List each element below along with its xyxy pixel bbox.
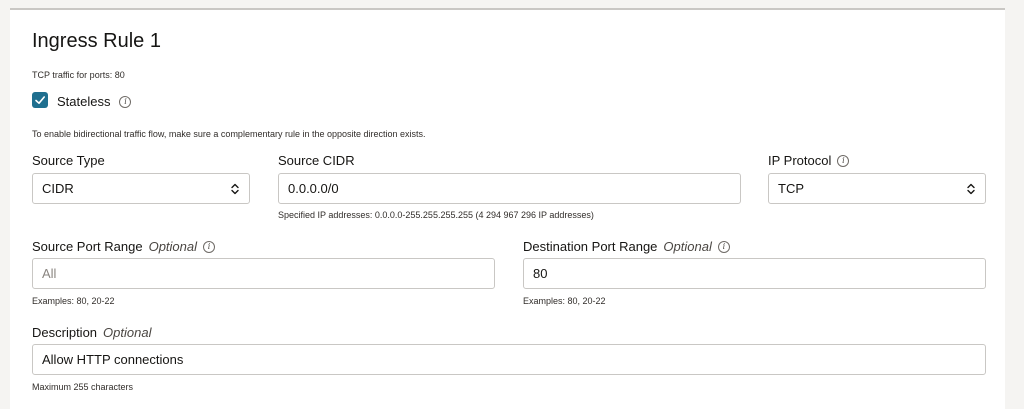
ip-protocol-label-text: IP Protocol [768, 153, 832, 168]
destination-port-range-input[interactable]: 80 [523, 258, 986, 289]
select-chevron-icon [966, 182, 976, 196]
ingress-rule-card: Ingress Rule 1 TCP traffic for ports: 80… [10, 8, 1005, 409]
info-icon[interactable]: i [119, 95, 132, 108]
stateless-label[interactable]: Stateless i [57, 94, 132, 109]
source-type-value: CIDR [42, 181, 74, 196]
description-value: Allow HTTP connections [42, 352, 184, 367]
ip-protocol-label: IP Protocol i [768, 153, 850, 168]
source-cidr-hint: Specified IP addresses: 0.0.0.0-255.255.… [278, 210, 594, 220]
ip-protocol-select[interactable]: TCP [768, 173, 986, 204]
optional-tag: Optional [103, 325, 152, 340]
description-label-text: Description [32, 325, 98, 340]
info-icon[interactable]: i [837, 154, 850, 167]
info-icon[interactable]: i [717, 240, 730, 253]
source-port-range-label: Source Port Range Optional i [32, 239, 215, 254]
description-input[interactable]: Allow HTTP connections [32, 344, 986, 375]
destination-port-range-label-text: Destination Port Range [523, 239, 658, 254]
stateless-checkbox[interactable] [32, 92, 48, 108]
description-label: Description Optional [32, 325, 151, 340]
info-icon[interactable]: i [203, 240, 215, 253]
source-type-select[interactable]: CIDR [32, 173, 250, 204]
source-cidr-label: Source CIDR [278, 153, 355, 168]
source-port-range-label-text: Source Port Range [32, 239, 143, 254]
select-chevron-icon [230, 182, 240, 196]
source-cidr-label-text: Source CIDR [278, 153, 355, 168]
stateless-hint: To enable bidirectional traffic flow, ma… [32, 129, 426, 139]
stateless-label-text: Stateless [57, 94, 111, 109]
description-hint: Maximum 255 characters [32, 382, 134, 392]
checkmark-icon [35, 96, 45, 104]
destination-port-range-value: 80 [533, 266, 548, 281]
optional-tag: Optional [663, 239, 712, 254]
source-port-range-placeholder: All [42, 266, 57, 281]
optional-tag: Optional [148, 239, 197, 254]
rule-subtitle: TCP traffic for ports: 80 [32, 70, 125, 80]
source-type-label-text: Source Type [32, 153, 105, 168]
source-type-label: Source Type [32, 153, 105, 168]
source-cidr-value: 0.0.0.0/0 [288, 181, 339, 196]
destination-port-range-hint: Examples: 80, 20-22 [523, 296, 606, 306]
source-port-range-hint: Examples: 80, 20-22 [32, 296, 115, 306]
source-port-range-input[interactable]: All [32, 258, 495, 289]
destination-port-range-label: Destination Port Range Optional i [523, 239, 730, 254]
source-cidr-input[interactable]: 0.0.0.0/0 [278, 173, 741, 204]
ip-protocol-value: TCP [778, 181, 804, 196]
rule-title: Ingress Rule 1 [32, 30, 161, 52]
